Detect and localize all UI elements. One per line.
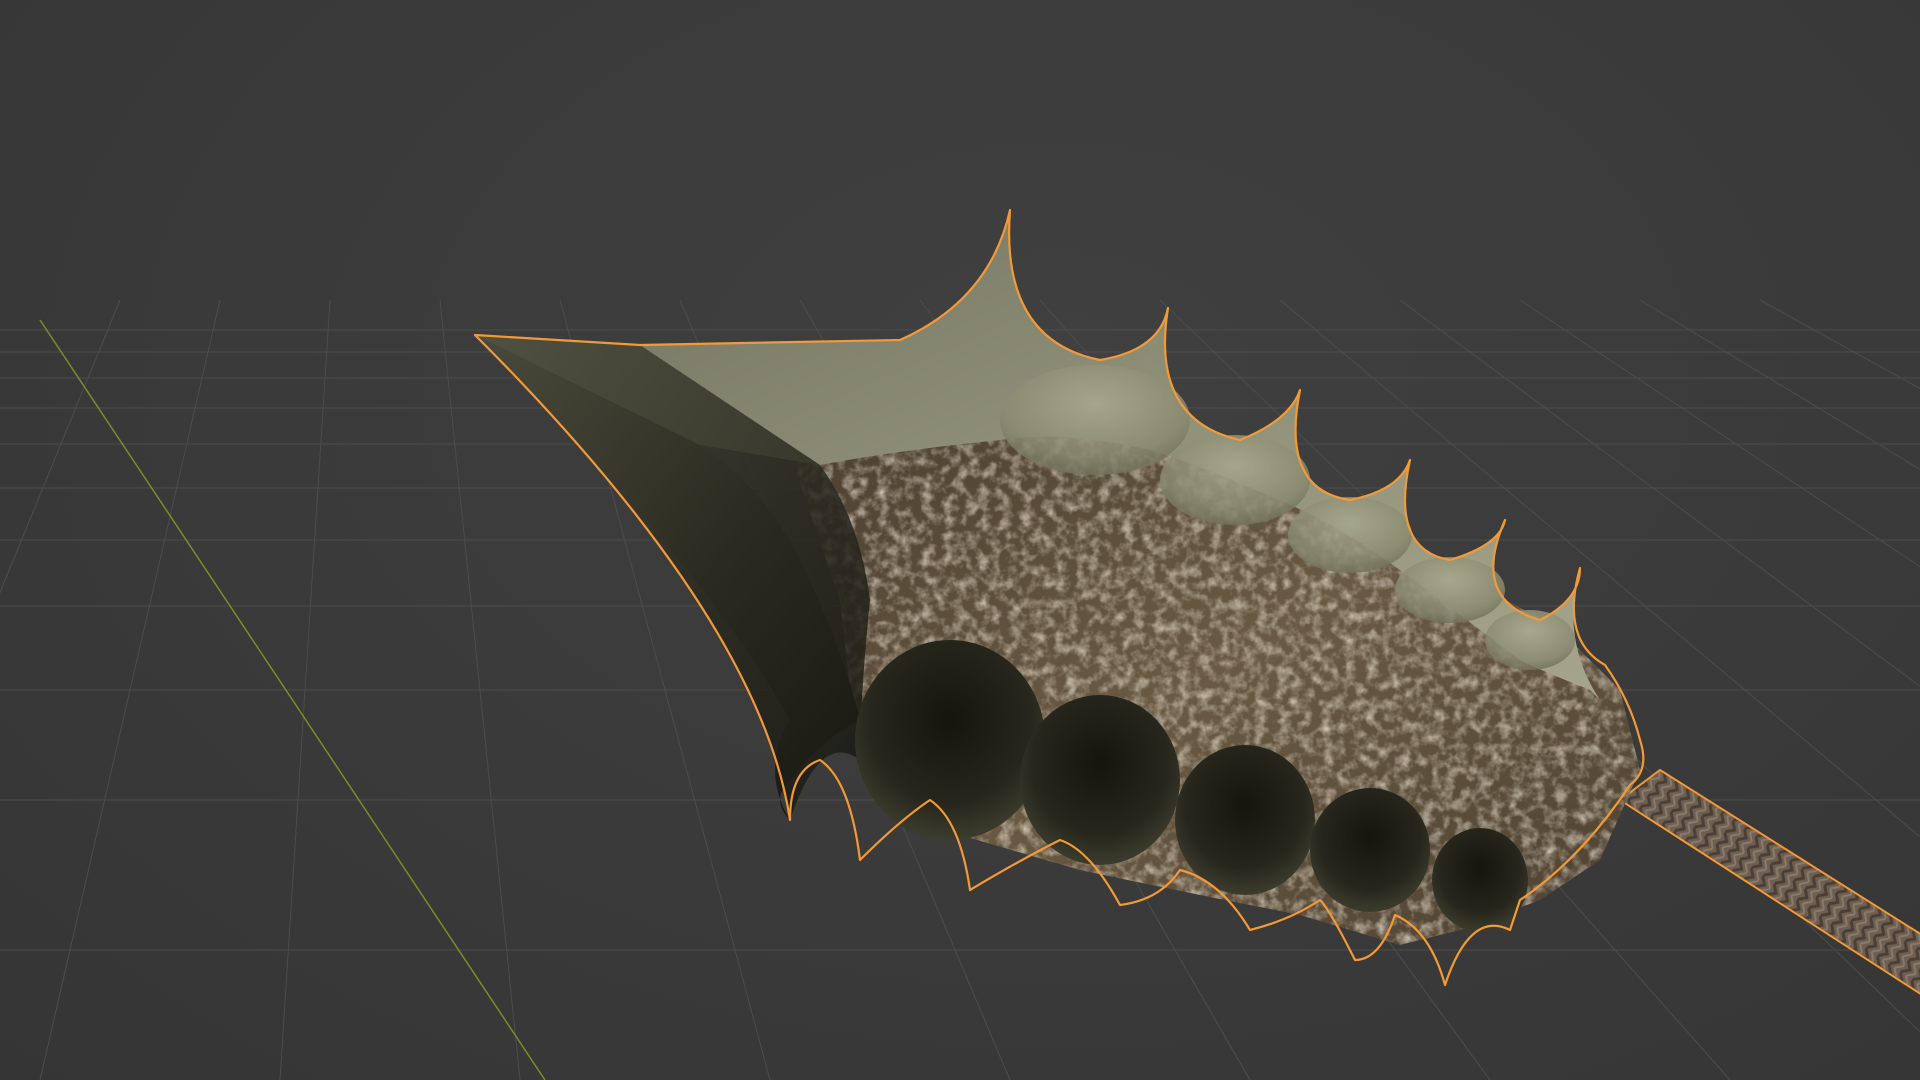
viewport-canvas[interactable] [0, 0, 1920, 1080]
spear-shaft[interactable] [1618, 768, 1920, 1000]
3d-viewport[interactable] [0, 0, 1920, 1080]
y-axis-line [39, 319, 546, 1080]
spear-head-mesh[interactable] [473, 208, 1660, 987]
